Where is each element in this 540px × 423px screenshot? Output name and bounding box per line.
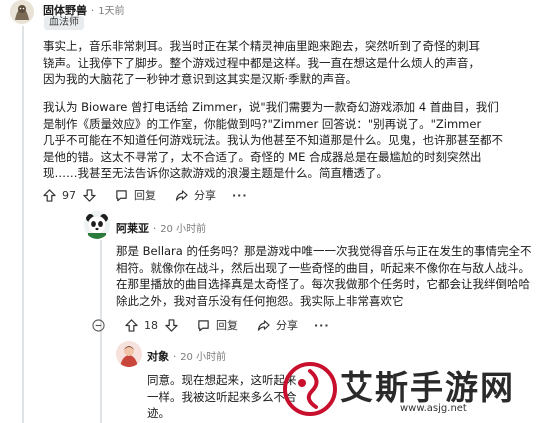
downvote-icon[interactable] — [82, 188, 96, 202]
comment-paragraph: 那是 Bellara 的任务吗？那是游戏中唯一一次我觉得音乐与正在发生的事情完全… — [116, 243, 536, 309]
collapse-icon[interactable] — [91, 318, 105, 332]
comment-action-bar: 18 回复 分享 ··· — [91, 317, 330, 333]
beast-avatar-icon — [10, 0, 34, 24]
site-logo-icon — [283, 362, 337, 416]
reply-button[interactable]: 回复 — [196, 317, 238, 333]
character-avatar-icon — [116, 341, 142, 367]
text-line: 在那里播放的曲目选择真是太奇怪了。每次我做那个任务时，它都会让我绊倒哈哈 — [116, 277, 530, 291]
separator-dot: · — [152, 222, 157, 235]
text-line: 是他的错。这太不寻常了，太不合适了。奇怪的 ME 合成器总是在最尴尬的时刻突然出 — [43, 149, 482, 164]
more-options-button[interactable]: ··· — [232, 189, 248, 202]
site-watermark: 艾斯手游网 www.asjg.net — [282, 359, 534, 419]
comment-paragraph: 事实上，音乐非常刺耳。我当时正在某个精灵神庙里跑来跑去，突然听到了奇怪的刺耳 铙… — [43, 38, 533, 88]
comment-bubble-icon — [196, 318, 210, 332]
avatar[interactable] — [10, 0, 34, 24]
text-line: 那是 Bellara 的任务吗？那是游戏中唯一一次我觉得音乐与正在发生的事情完全… — [116, 244, 532, 258]
reply-button[interactable]: 回复 — [114, 187, 156, 203]
user-flair: 血法师 — [44, 16, 84, 30]
share-label: 分享 — [276, 319, 298, 332]
upvote-icon[interactable] — [124, 318, 138, 332]
watermark-title: 艾斯手游网 — [340, 368, 515, 407]
comment-paragraph: 我认为 Bioware 曾打电话给 Zimmer，说"我们需要为一款奇幻游戏添加… — [43, 99, 538, 182]
text-line: 是制作《质量效应》的工作室，你能做到吗?"Zimmer 回答说："别再说了。"Z… — [43, 116, 482, 131]
username[interactable]: 对象 — [147, 350, 169, 363]
text-line: 几乎不可能在不知道任何游戏玩法。我认为他甚至不知道那是什么。见鬼，也许那甚至都不 — [43, 133, 503, 147]
vote-count: 18 — [144, 318, 158, 332]
watermark-url: www.asjg.net — [400, 403, 467, 414]
timestamp[interactable]: 20 小时前 — [160, 224, 206, 235]
comment-header: 阿莱亚 · 20 小时前 — [116, 220, 206, 236]
separator-dot: · — [90, 4, 95, 17]
avatar[interactable] — [116, 341, 142, 367]
timestamp[interactable]: 20 小时前 — [180, 352, 226, 363]
text-line: 铙声。让我停下了脚步。整个游戏过程中都是这样。我一直在想这是什么烦人的声音， — [43, 55, 480, 70]
reply-label: 回复 — [216, 319, 238, 332]
avatar[interactable] — [84, 211, 110, 239]
text-line: 因为我的大脑花了一秒钟才意识到这其实是汉斯·季默的声音。 — [43, 72, 358, 86]
panda-avatar-icon — [84, 211, 110, 239]
share-button[interactable]: 分享 — [174, 187, 216, 203]
more-options-button[interactable]: ··· — [314, 319, 330, 332]
share-label: 分享 — [194, 189, 216, 202]
comment-bubble-icon — [114, 188, 128, 202]
reply-label: 回复 — [134, 189, 156, 202]
username[interactable]: 阿莱亚 — [116, 222, 149, 235]
comment-header: 对象 · 20 小时前 — [147, 348, 226, 364]
share-button[interactable]: 分享 — [256, 317, 298, 333]
text-line: 除此之外，我对音乐没有任何抱怨。我实际上非常喜欢它 — [116, 293, 404, 308]
text-line: 我认为 Bioware 曾打电话给 Zimmer，说"我们需要为一款奇幻游戏添加… — [43, 100, 499, 114]
timestamp[interactable]: 1天前 — [98, 6, 124, 17]
share-icon — [256, 318, 270, 332]
downvote-icon[interactable] — [164, 318, 178, 332]
thread-line-main[interactable] — [22, 26, 24, 423]
text-line: 相符。就像你在战斗，然后出现了一些奇怪的曲目，听起来不像你在与敌人战斗。 — [116, 260, 530, 275]
share-icon — [174, 188, 188, 202]
vote-count: 97 — [62, 188, 76, 202]
text-line: 现……我甚至无法告诉你这款游戏的浪漫主题是什么。简直糟透了。 — [43, 166, 388, 180]
upvote-icon[interactable] — [42, 188, 56, 202]
comment-action-bar: 97 回复 分享 ··· — [42, 187, 248, 203]
text-line: 事实上，音乐非常刺耳。我当时正在某个精灵神庙里跑来跑去，突然听到了奇怪的刺耳 — [43, 39, 480, 53]
separator-dot: · — [172, 350, 177, 363]
